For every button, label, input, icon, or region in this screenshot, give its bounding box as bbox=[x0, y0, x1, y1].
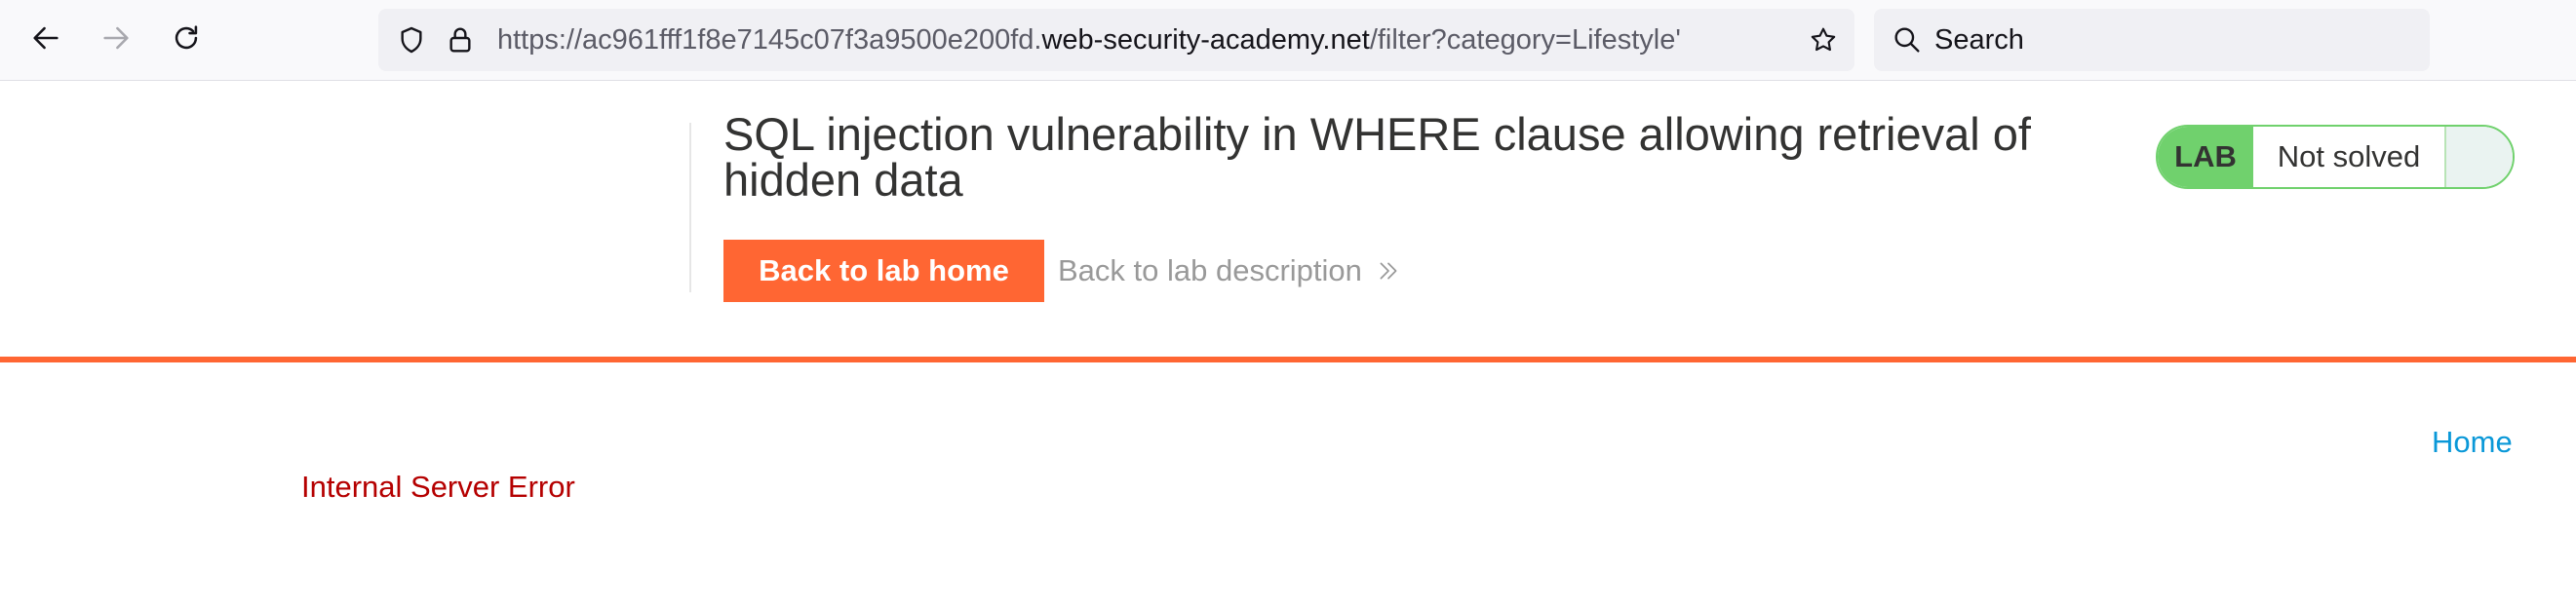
shield-icon[interactable] bbox=[396, 24, 427, 56]
reload-button[interactable] bbox=[160, 14, 213, 66]
search-placeholder: Search bbox=[1934, 24, 2024, 56]
lab-title: SQL injection vulnerability in WHERE cla… bbox=[723, 108, 2031, 206]
header-separator bbox=[0, 357, 2576, 362]
search-icon bbox=[1892, 24, 1923, 56]
back-button[interactable] bbox=[20, 14, 72, 66]
lab-status-indicator bbox=[2444, 127, 2513, 187]
forward-button[interactable] bbox=[90, 14, 142, 66]
back-to-lab-description-link[interactable]: Back to lab description bbox=[1058, 251, 1401, 293]
url-path: /filter?category=Lifestyle' bbox=[1369, 24, 1681, 56]
lock-icon[interactable] bbox=[445, 24, 476, 56]
lab-status-text: Not solved bbox=[2253, 127, 2444, 187]
search-bar[interactable]: Search bbox=[1874, 9, 2430, 71]
star-icon[interactable] bbox=[1808, 24, 1839, 56]
back-to-lab-description-label: Back to lab description bbox=[1058, 253, 1362, 287]
home-link[interactable]: Home bbox=[2432, 423, 2513, 462]
error-message: Internal Server Error bbox=[301, 470, 575, 504]
header-divider bbox=[689, 123, 691, 292]
url-prefix: https://ac961fff1f8e7145c07f3a9500e200fd… bbox=[497, 24, 1042, 56]
url-host: web-security-academy.net bbox=[1041, 24, 1370, 56]
double-chevron-right-icon bbox=[1376, 254, 1401, 293]
lab-badge: LAB bbox=[2158, 127, 2253, 187]
forward-arrow-icon bbox=[99, 21, 133, 59]
reload-icon bbox=[170, 21, 203, 59]
back-arrow-icon bbox=[29, 21, 62, 59]
back-to-lab-home-button[interactable]: Back to lab home bbox=[723, 240, 1044, 302]
address-bar[interactable]: https://ac961fff1f8e7145c07f3a9500e200fd… bbox=[378, 9, 1854, 71]
lab-status-widget: LAB Not solved bbox=[2156, 125, 2515, 189]
browser-toolbar: https://ac961fff1f8e7145c07f3a9500e200fd… bbox=[0, 0, 2576, 81]
url-text[interactable]: https://ac961fff1f8e7145c07f3a9500e200fd… bbox=[497, 23, 1681, 57]
